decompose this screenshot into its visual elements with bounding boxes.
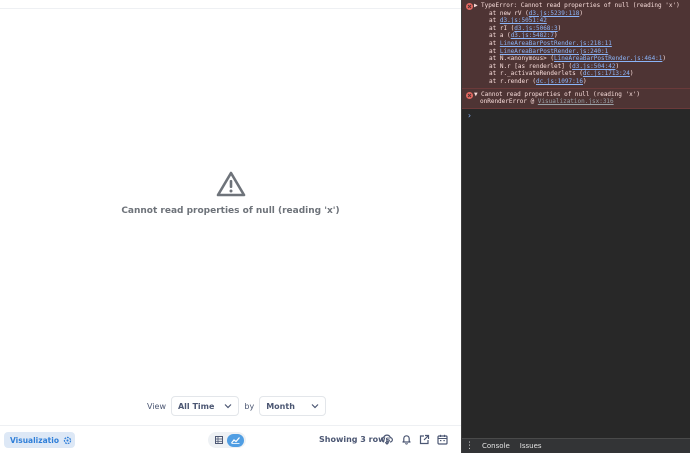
table-view-toggle[interactable] <box>210 434 227 447</box>
visualization-error: Cannot read properties of null (reading … <box>0 171 461 216</box>
source-link[interactable]: d3.js:5239:118 <box>529 10 580 17</box>
query-footer: Visualization Showing 3 rows <box>0 425 461 453</box>
time-controls: View All Time by Month <box>147 396 326 416</box>
stack-frame: at LineAreaBarPostRender.js:218:11 <box>474 40 686 48</box>
line-chart-icon <box>231 437 240 444</box>
more-options-icon[interactable]: ⋮ <box>462 441 477 451</box>
chevron-down-icon <box>224 404 232 409</box>
stack-frame-prefix: at rI ( <box>489 24 515 32</box>
stack-frame-prefix: at <box>489 47 500 55</box>
source-link[interactable]: d3.js:504:42 <box>572 63 615 70</box>
error-source-line: onRenderError @ Visualization.jsx:316 <box>474 98 686 106</box>
display-toggle <box>208 432 246 448</box>
drawer-tabbar: ⋮ Console Issues <box>462 438 690 453</box>
download-icon[interactable] <box>381 434 393 445</box>
console-error[interactable]: ▶ TypeError: Cannot read properties of n… <box>462 0 690 89</box>
expand-triangle-icon: ▶ <box>474 2 478 9</box>
error-icon <box>466 3 473 10</box>
stack-frame-suffix: ) <box>615 62 620 70</box>
stack-frame: at rI (d3.js:5068:3) <box>474 25 686 33</box>
error-source-prefix: onRenderError @ <box>480 98 538 106</box>
stack-frame-suffix: ) <box>557 24 562 32</box>
tab-issues[interactable]: Issues <box>515 439 547 453</box>
console-prompt-icon[interactable]: › <box>467 111 472 120</box>
devtools-panel: ▶ TypeError: Cannot read properties of n… <box>461 0 690 453</box>
stack-frame: at new rV (d3.js:5239:118) <box>474 10 686 18</box>
stack-frame-suffix: ) <box>662 55 667 63</box>
source-link[interactable]: d3.js:5068:3 <box>514 25 557 32</box>
stack-frame: at d3.js:5051:42 <box>474 17 686 25</box>
view-select[interactable]: All Time <box>170 396 240 416</box>
stack-frame-suffix: ) <box>554 32 558 40</box>
stack-frame-prefix: at N.<anonymous> ( <box>489 55 555 63</box>
by-label: by <box>244 401 255 411</box>
stack-frame: at N.<anonymous> (LineAreaBarPostRender.… <box>474 55 686 63</box>
visualization-button-label: Visualization <box>10 435 65 445</box>
error-header[interactable]: ▼ Cannot read properties of null (readin… <box>474 91 686 99</box>
error-message: Cannot read properties of null (reading … <box>121 206 340 216</box>
stack-frame-prefix: at <box>489 17 500 25</box>
chevron-down-icon <box>311 404 319 409</box>
table-icon <box>214 436 223 444</box>
stack-frame-prefix: at <box>489 39 500 47</box>
chart-view-toggle[interactable] <box>227 433 244 447</box>
stack-frame-prefix: at new rV ( <box>489 9 529 17</box>
stack-frame-suffix: ) <box>582 77 587 85</box>
top-divider <box>0 8 461 9</box>
stack-frame: at LineAreaBarPostRender.js:240:1 <box>474 48 686 56</box>
stack-frame: at r.render (dc.js:1097:16) <box>474 78 686 86</box>
warning-icon <box>216 171 245 197</box>
stack-trace: at new rV (d3.js:5239:118) at d3.js:5051:… <box>474 10 686 86</box>
error-header[interactable]: ▶ TypeError: Cannot read properties of n… <box>474 2 686 10</box>
view-label: View <box>147 401 166 411</box>
row-count: Showing 3 rows <box>319 435 391 444</box>
source-link[interactable]: LineAreaBarPostRender.js:218:11 <box>500 40 612 47</box>
stack-frame-prefix: at r._activateRenderlets ( <box>489 70 583 78</box>
source-link[interactable]: LineAreaBarPostRender.js:464:1 <box>554 55 662 62</box>
error-header-text: TypeError: Cannot read properties of nul… <box>481 2 680 9</box>
source-link[interactable]: d3.js:5051:42 <box>500 17 547 24</box>
gear-icon <box>63 436 71 444</box>
stack-frame: at r._activateRenderlets (dc.js:1713:24) <box>474 70 686 78</box>
question-app: Cannot read properties of null (reading … <box>0 0 461 453</box>
stack-frame-suffix: ) <box>629 70 634 78</box>
source-link[interactable]: dc.js:1713:24 <box>583 70 630 77</box>
source-link[interactable]: d3.js:5482:7 <box>511 32 554 39</box>
source-link[interactable]: dc.js:1097:16 <box>536 78 583 85</box>
granularity-select-value: Month <box>266 401 295 411</box>
stack-frame-prefix: at a ( <box>489 32 511 40</box>
source-link[interactable]: LineAreaBarPostRender.js:240:1 <box>500 48 608 55</box>
calendar-icon[interactable] <box>437 434 448 445</box>
stack-frame-suffix: ) <box>579 9 583 17</box>
bell-icon[interactable] <box>401 434 412 445</box>
stack-frame: at a (d3.js:5482:7) <box>474 32 686 40</box>
error-header-text: Cannot read properties of null (reading … <box>481 90 640 98</box>
granularity-select[interactable]: Month <box>259 396 326 416</box>
stack-frame: at N.r [as renderlet] (d3.js:504:42) <box>474 63 686 71</box>
tab-console[interactable]: Console <box>477 439 515 453</box>
stack-frame-prefix: at N.r [as renderlet] ( <box>489 62 573 70</box>
console-error[interactable]: ▼ Cannot read properties of null (readin… <box>462 88 690 109</box>
source-link[interactable]: Visualization.jsx:316 <box>538 98 614 105</box>
error-icon <box>466 91 473 99</box>
settings-button[interactable] <box>59 432 75 448</box>
view-select-value: All Time <box>177 401 215 411</box>
stack-frame-prefix: at r.render ( <box>489 77 536 85</box>
collapse-triangle-icon: ▼ <box>474 90 478 98</box>
external-link-icon[interactable] <box>419 434 430 445</box>
